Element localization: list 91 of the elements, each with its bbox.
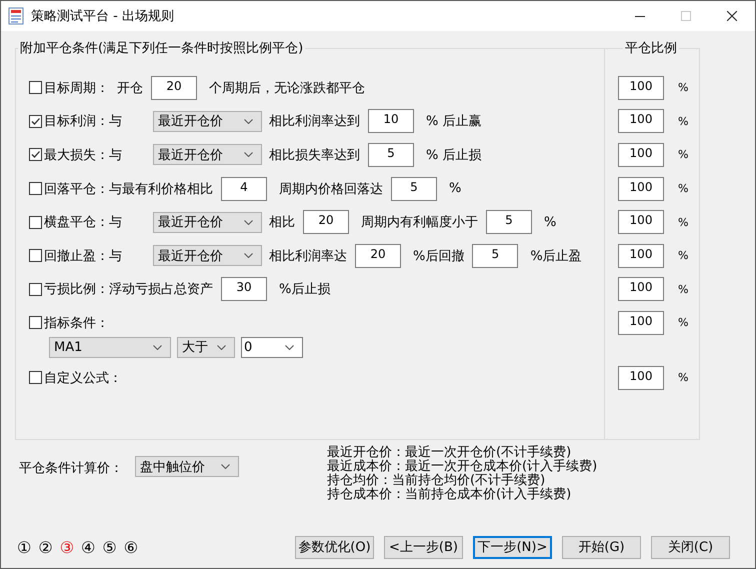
dropdown[interactable]: 大于	[177, 336, 235, 358]
number-field[interactable]: 5	[486, 210, 532, 234]
dropdown[interactable]: 盘中触位价	[135, 456, 239, 477]
percent-label: %	[678, 182, 688, 196]
condition-text: %	[544, 214, 556, 230]
dialog-button[interactable]: 下一步(N)>	[473, 536, 552, 558]
dialog-button[interactable]: 关闭(C)	[651, 536, 730, 558]
number-field[interactable]: 5	[472, 244, 518, 268]
checkbox[interactable]: 指标条件：	[29, 314, 109, 332]
dialog-button[interactable]: <上一步(B)	[384, 536, 463, 558]
number-field[interactable]: 5	[368, 142, 414, 167]
dropdown[interactable]: 0	[241, 336, 303, 358]
chevron-icon	[244, 118, 253, 124]
condition-text: 开仓	[117, 80, 143, 97]
number-field[interactable]: 20	[151, 76, 197, 100]
step-indicator: ①	[17, 538, 32, 556]
checkbox[interactable]: 目标周期：	[29, 78, 109, 97]
dropdown[interactable]: 最近开仓价	[153, 212, 262, 233]
step-indicator: ⑤	[102, 538, 117, 556]
condition-text: 相比利润率达到	[269, 113, 360, 130]
percent-label: %	[678, 114, 688, 128]
number-field[interactable]: 100	[618, 244, 664, 268]
check-icon	[30, 149, 41, 160]
dropdown[interactable]: 最近开仓价	[153, 144, 262, 166]
checkbox[interactable]: 横盘平仓：与	[29, 213, 145, 232]
note-text: 最近成本价：最近一次开仓成本价(计入手续费)	[327, 460, 598, 474]
dropdown[interactable]: 最近开仓价	[153, 245, 262, 266]
note-text: 最近开仓价：最近一次开仓价(不计手续费)	[327, 446, 572, 460]
chevron-icon	[153, 344, 162, 350]
chevron-icon	[244, 220, 253, 225]
number-field[interactable]: 30	[221, 277, 267, 302]
condition-text: 个周期后，无论涨跌都平仓	[209, 80, 365, 97]
dialog-button[interactable]: 参数优化(O)	[295, 536, 374, 558]
checkbox[interactable]: 自定义公式：	[29, 368, 122, 387]
number-field[interactable]: 100	[618, 277, 664, 302]
step-indicator: ④	[81, 538, 96, 556]
percent-label: %	[678, 81, 688, 94]
condition-text: % 后止赢	[426, 113, 482, 130]
number-field[interactable]: 100	[618, 109, 664, 134]
number-field[interactable]: 10	[368, 109, 414, 134]
number-field[interactable]: 100	[618, 310, 664, 335]
chevron-icon	[244, 152, 253, 158]
condition-text: 相比损失率达到	[269, 146, 360, 164]
condition-text: %	[449, 181, 462, 196]
step-indicator: ③	[60, 538, 74, 556]
number-field[interactable]: 100	[618, 176, 664, 201]
condition-text: %后止损	[279, 281, 330, 298]
condition-text: %后回撤	[413, 248, 464, 265]
note-text: 持仓成本价：当前持仓成本价(计入手续费)	[327, 488, 572, 502]
dropdown[interactable]: 最近开仓价	[153, 110, 262, 132]
chevron-icon	[285, 344, 294, 350]
checkbox[interactable]: 目标利润：与	[29, 112, 145, 130]
number-field[interactable]: 100	[618, 142, 664, 167]
condition-text: 相比利润率达	[269, 248, 347, 265]
number-field[interactable]: 100	[618, 366, 664, 390]
percent-label: %	[678, 249, 688, 262]
condition-text: 周期内有利幅度小于	[361, 214, 478, 232]
percent-label: %	[678, 316, 688, 330]
number-field[interactable]: 20	[303, 210, 349, 234]
percent-label: %	[678, 282, 688, 296]
condition-text: 相比	[269, 214, 295, 232]
number-field[interactable]: 20	[355, 244, 401, 268]
chevron-icon	[221, 464, 230, 469]
app-icon	[7, 7, 25, 25]
close-icon[interactable]	[727, 11, 737, 21]
group-title: 平仓比例	[624, 40, 678, 57]
condition-text: 周期内价格回落达	[279, 180, 383, 198]
field-label: 平仓条件计算价：	[19, 460, 123, 477]
step-indicator: ②	[38, 538, 53, 556]
number-field[interactable]: 100	[618, 210, 664, 234]
number-field[interactable]: 4	[221, 176, 267, 201]
percent-label: %	[678, 148, 688, 162]
number-field[interactable]: 5	[391, 176, 437, 201]
percent-label: %	[678, 371, 688, 384]
step-indicator: ⑥	[124, 538, 138, 556]
chevron-icon	[244, 253, 253, 258]
condition-text: %后止盈	[530, 248, 582, 265]
condition-text: % 后止损	[426, 146, 482, 164]
chevron-icon	[217, 344, 226, 350]
percent-label: %	[678, 216, 688, 229]
window-title: 策略测试平台 - 出场规则	[31, 8, 175, 25]
group-title: 附加平仓条件(满足下列任一条件时按照比例平仓)	[19, 40, 304, 57]
number-field[interactable]: 100	[618, 76, 664, 100]
note-text: 持仓均价：当前持仓均价(不计手续费)	[327, 474, 546, 488]
dialog-button[interactable]: 开始(G)	[562, 536, 641, 558]
checkbox[interactable]: 回撤止盈：与	[29, 246, 145, 265]
check-icon	[30, 116, 41, 127]
checkbox[interactable]: 回落平仓：与最有利价格相比	[29, 180, 213, 198]
dropdown[interactable]: MA1	[49, 336, 171, 358]
checkbox[interactable]: 最大损失：与	[29, 146, 145, 164]
checkbox[interactable]: 亏损比例：浮动亏损占总资产	[29, 280, 213, 298]
